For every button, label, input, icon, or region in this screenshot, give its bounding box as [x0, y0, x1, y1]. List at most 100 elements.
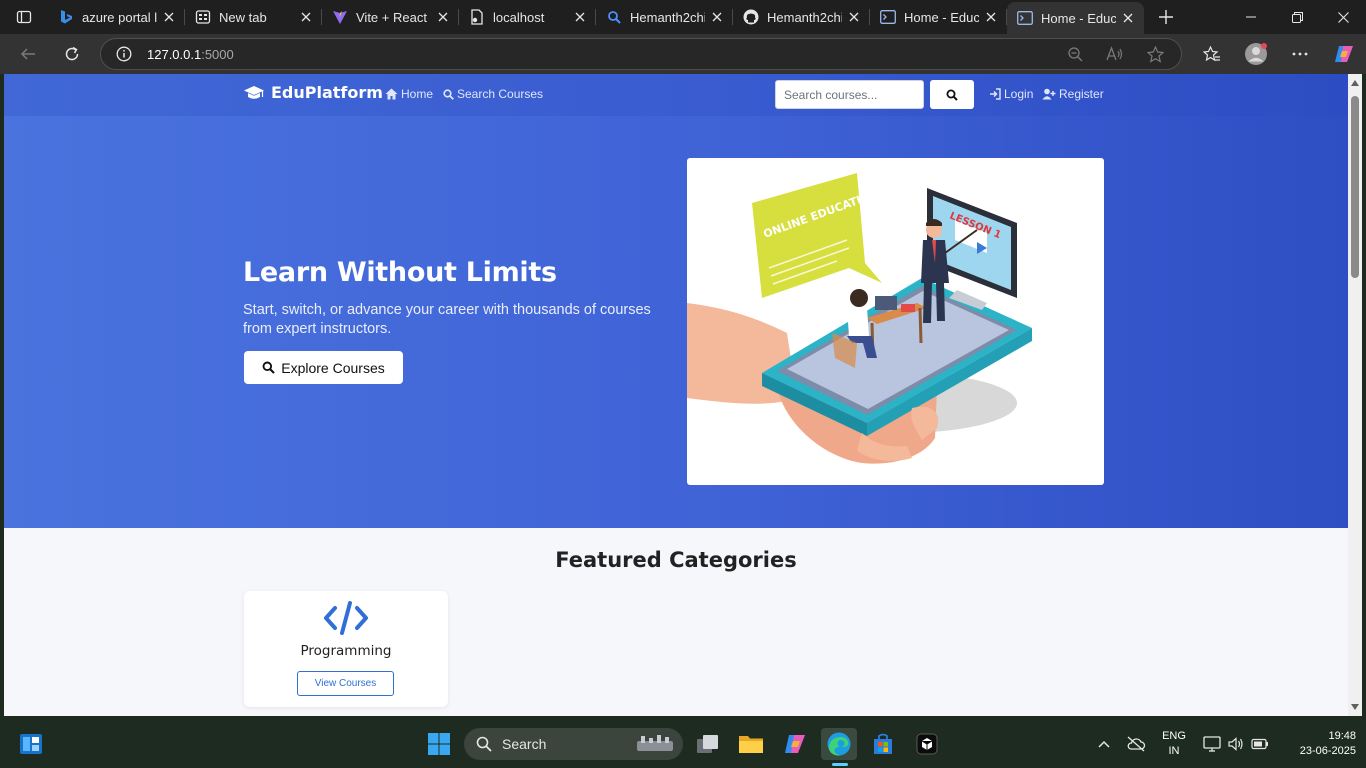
file-explorer-button[interactable] — [733, 728, 769, 760]
course-search-input[interactable] — [775, 80, 924, 109]
back-button[interactable] — [6, 38, 50, 70]
browser-tab[interactable]: Hemanth2chin — [596, 0, 733, 34]
taskbar-search-box[interactable]: Search — [464, 728, 683, 760]
graduation-cap-icon — [244, 85, 264, 99]
explore-courses-button[interactable]: Explore Courses — [244, 351, 403, 384]
copilot-app-button[interactable] — [777, 728, 813, 760]
zoom-out-icon — [1068, 47, 1083, 62]
copilot-button[interactable] — [1322, 38, 1366, 70]
browser-tab[interactable]: Vite + React — [322, 0, 459, 34]
search-icon — [606, 9, 622, 25]
star-icon — [1146, 45, 1164, 63]
brand-logo[interactable]: EduPlatform — [243, 83, 383, 102]
home-icon — [385, 88, 398, 100]
url-port: :5000 — [201, 46, 234, 62]
close-icon[interactable] — [572, 9, 588, 25]
favorite-button[interactable] — [1135, 40, 1175, 68]
browser-toolbar: 127.0.0.1:5000 — [0, 34, 1366, 74]
hero-illustration: LESSON 1 ONLINE EDUCATION — [687, 158, 1104, 485]
browser-tab[interactable]: Hemanth2chin — [733, 0, 870, 34]
close-icon[interactable] — [435, 9, 451, 25]
copilot-icon — [785, 735, 805, 753]
network-icon — [1203, 736, 1221, 752]
terminal-app-button[interactable] — [909, 728, 945, 760]
chevron-up-icon — [1098, 740, 1110, 748]
scroll-down-arrow-icon[interactable] — [1351, 704, 1359, 710]
task-view-button[interactable] — [690, 728, 726, 760]
minimize-icon — [1246, 16, 1256, 18]
quick-settings-button[interactable] — [1200, 720, 1272, 768]
read-aloud-icon — [1106, 46, 1123, 61]
active-app-indicator — [832, 763, 848, 766]
nav-search-courses-link[interactable]: Search Courses — [443, 87, 543, 101]
onedrive-button[interactable] — [1124, 720, 1148, 768]
address-bar[interactable]: 127.0.0.1:5000 — [100, 38, 1182, 70]
tab-title: Home - Educa — [1041, 10, 1116, 26]
profile-button[interactable] — [1234, 38, 1278, 70]
restore-icon — [1291, 11, 1303, 23]
system-clock[interactable]: 19:48 23-06-2025 — [1280, 729, 1356, 759]
language-code: ENG — [1162, 730, 1186, 742]
scroll-up-arrow-icon[interactable] — [1351, 80, 1359, 86]
task-view-icon — [697, 735, 718, 753]
page-viewport: EduPlatform Home Search Courses Login Re… — [4, 74, 1348, 716]
github-icon — [743, 9, 759, 25]
start-button[interactable] — [421, 728, 457, 760]
nav-register-label: Register — [1059, 87, 1104, 101]
tab-title: azure portal lo — [82, 9, 157, 25]
course-search-button[interactable] — [930, 80, 974, 109]
favorites-star-icon — [1203, 45, 1220, 61]
zoom-button[interactable] — [1055, 40, 1095, 68]
nav-register-link[interactable]: Register — [1042, 87, 1104, 101]
page-scrollbar[interactable] — [1348, 74, 1362, 716]
refresh-icon — [65, 46, 79, 61]
search-icon — [946, 89, 958, 101]
tab-actions-button[interactable] — [0, 0, 48, 34]
plus-icon — [1159, 10, 1173, 24]
edge-taskbar-button[interactable] — [821, 728, 857, 760]
tab-title: Vite + React — [356, 9, 427, 25]
favorites-button[interactable] — [1190, 38, 1234, 70]
browser-tab-strip: azure portal lo New tab Vite + React loc… — [0, 0, 1366, 34]
show-hidden-icons-button[interactable] — [1092, 720, 1116, 768]
close-icon[interactable] — [846, 9, 862, 25]
nav-login-link[interactable]: Login — [989, 87, 1033, 101]
tab-title: Home - Educa — [904, 9, 979, 25]
close-icon[interactable] — [161, 9, 177, 25]
browser-tab-active[interactable]: Home - Educa — [1007, 2, 1144, 34]
close-icon[interactable] — [298, 9, 314, 25]
browser-tab[interactable]: New tab — [185, 0, 322, 34]
url-text: 127.0.0.1:5000 — [147, 47, 234, 62]
language-indicator[interactable]: ENG IN — [1152, 729, 1196, 759]
browser-tab[interactable]: localhost — [459, 0, 596, 34]
close-icon — [1337, 11, 1349, 23]
view-courses-button[interactable]: View Courses — [297, 671, 394, 696]
windows-taskbar: Search ENG IN 19:48 23-06-2025 — [0, 720, 1366, 768]
new-tab-button[interactable] — [1144, 0, 1188, 34]
volume-icon — [1228, 737, 1243, 751]
nav-home-link[interactable]: Home — [385, 87, 433, 101]
refresh-button[interactable] — [50, 38, 94, 70]
search-icon — [262, 361, 275, 374]
code-icon — [324, 601, 368, 635]
battery-icon — [1251, 738, 1268, 750]
hero-section: EduPlatform Home Search Courses Login Re… — [4, 74, 1348, 528]
site-info-button[interactable] — [101, 46, 147, 62]
settings-menu-button[interactable] — [1278, 38, 1322, 70]
tab-title: localhost — [493, 9, 545, 25]
minimize-button[interactable] — [1228, 0, 1274, 34]
browser-tab[interactable]: Home - Educa — [870, 0, 1007, 34]
store-button[interactable] — [865, 728, 901, 760]
close-icon[interactable] — [983, 9, 999, 25]
more-icon — [1292, 52, 1308, 56]
widgets-button[interactable] — [13, 728, 49, 760]
browser-tab[interactable]: azure portal lo — [48, 0, 185, 34]
close-icon[interactable] — [709, 9, 725, 25]
read-aloud-button[interactable] — [1095, 40, 1135, 68]
newtab-icon — [195, 9, 211, 25]
scrollbar-thumb[interactable] — [1351, 96, 1359, 278]
explore-courses-label: Explore Courses — [281, 359, 385, 376]
restore-button[interactable] — [1274, 0, 1320, 34]
close-icon[interactable] — [1120, 10, 1136, 26]
close-window-button[interactable] — [1320, 0, 1366, 34]
